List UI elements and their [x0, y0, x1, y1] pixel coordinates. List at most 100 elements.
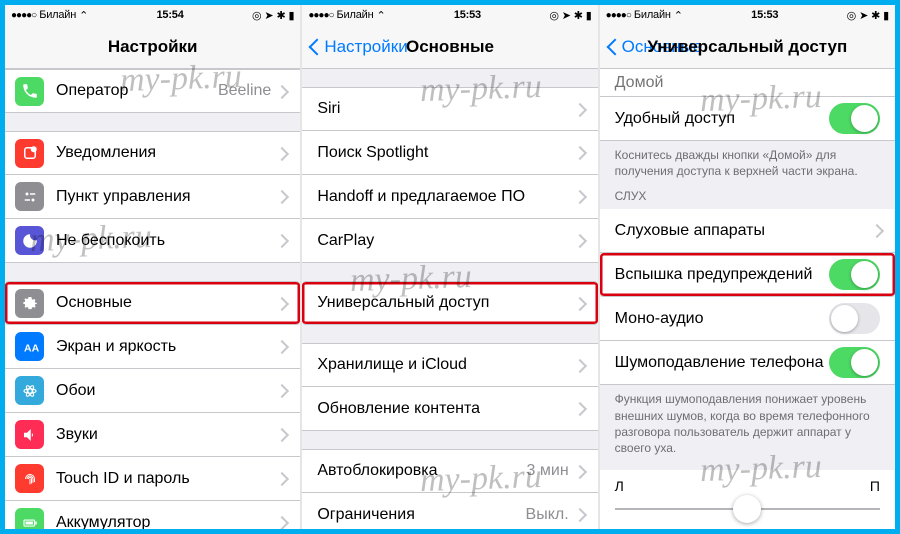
cell-label: Touch ID и пароль	[56, 470, 277, 488]
chevron-right-icon	[277, 85, 285, 98]
cell-battery[interactable]: Аккумулятор	[5, 501, 300, 529]
cell-label: Обои	[56, 382, 277, 400]
mono-audio-toggle[interactable]	[829, 303, 880, 334]
moon-icon	[15, 226, 44, 255]
cell-mono-audio[interactable]: Моно-аудио	[600, 297, 895, 341]
cell-restrictions[interactable]: ОграниченияВыкл.	[302, 493, 597, 529]
chevron-right-icon	[575, 402, 583, 415]
noise-cancel-toggle[interactable]	[829, 347, 880, 378]
wifi-icon: ⌃	[79, 9, 88, 22]
cell-dnd[interactable]: Не беспокоить	[5, 219, 300, 263]
navbar: Настройки	[5, 25, 300, 69]
balance-left-label: Л	[615, 478, 624, 494]
cell-label: Основные	[56, 294, 277, 312]
cell-display[interactable]: AA Экран и яркость	[5, 325, 300, 369]
cell-detail: Beeline	[218, 82, 271, 100]
cell-reachability[interactable]: Удобный доступ	[600, 97, 895, 141]
chevron-right-icon	[575, 508, 583, 521]
back-button[interactable]: Основные	[600, 37, 703, 57]
reachability-toggle[interactable]	[829, 103, 880, 134]
cell-control-center[interactable]: Пункт управления	[5, 175, 300, 219]
cell-siri[interactable]: Siri	[302, 87, 597, 131]
cell-noise-cancel[interactable]: Шумоподавление телефона	[600, 341, 895, 385]
chevron-right-icon	[277, 297, 285, 310]
cell-label: Звуки	[56, 426, 277, 444]
control-center-icon	[15, 182, 44, 211]
cell-label: Экран и яркость	[56, 338, 277, 356]
chevron-right-icon	[277, 147, 285, 160]
chevron-right-icon	[575, 146, 583, 159]
wallpaper-icon	[15, 376, 44, 405]
cell-label: Аккумулятор	[56, 514, 277, 530]
battery-icon	[15, 508, 44, 529]
cell-home[interactable]: Домой	[600, 69, 895, 97]
settings-list: Оператор Beeline Уведомления Пункт управ…	[5, 69, 300, 529]
chevron-right-icon	[277, 384, 285, 397]
battery-icon: ▮	[288, 9, 294, 22]
back-button[interactable]: Настройки	[302, 37, 407, 57]
cell-sounds[interactable]: Звуки	[5, 413, 300, 457]
cell-refresh[interactable]: Обновление контента	[302, 387, 597, 431]
display-icon: AA	[15, 332, 44, 361]
chevron-right-icon	[277, 516, 285, 529]
chevron-right-icon	[575, 465, 583, 478]
chevron-right-icon	[575, 103, 583, 116]
balance-slider[interactable]	[615, 508, 880, 510]
led-flash-toggle[interactable]	[829, 259, 880, 290]
navbar: Основные Универсальный доступ	[600, 25, 895, 69]
footer-text: Функция шумоподавления понижает уровень …	[600, 385, 895, 460]
balance-right-label: П	[870, 478, 880, 494]
cell-storage[interactable]: Хранилище и iCloud	[302, 343, 597, 387]
chevron-right-icon	[872, 224, 880, 237]
section-header-hearing: СЛУХ	[600, 183, 895, 209]
footer-text: Коснитесь дважды кнопки «Домой» для полу…	[600, 141, 895, 183]
cell-led-flash[interactable]: Вспышка предупреждений	[600, 253, 895, 297]
page-title: Настройки	[5, 37, 300, 57]
cell-carplay[interactable]: CarPlay	[302, 219, 597, 263]
cell-spotlight[interactable]: Поиск Spotlight	[302, 131, 597, 175]
chevron-right-icon	[277, 340, 285, 353]
accessibility-list: Домой Удобный доступ Коснитесь дважды кн…	[600, 69, 895, 529]
notifications-icon	[15, 139, 44, 168]
chevron-right-icon	[575, 359, 583, 372]
cell-label: Пункт управления	[56, 188, 277, 206]
phone-icon	[15, 77, 44, 106]
chevron-right-icon	[575, 234, 583, 247]
chevron-right-icon	[575, 190, 583, 203]
cell-wallpaper[interactable]: Обои	[5, 369, 300, 413]
navbar: Настройки Основные	[302, 25, 597, 69]
gear-icon	[15, 289, 44, 318]
cell-notifications[interactable]: Уведомления	[5, 131, 300, 175]
chevron-right-icon	[575, 297, 583, 310]
back-label: Основные	[622, 37, 703, 57]
cell-touchid[interactable]: Touch ID и пароль	[5, 457, 300, 501]
general-pane: ●●●●○ Билайн ⌃ 15:53 ◎➤✱▮ Настройки Осно…	[302, 5, 597, 529]
chevron-left-icon	[606, 37, 618, 57]
status-bar: ●●●●○ Билайн ⌃ 15:53 ◎➤✱▮	[302, 5, 597, 25]
cell-handoff[interactable]: Handoff и предлагаемое ПО	[302, 175, 597, 219]
cell-label: Не беспокоить	[56, 232, 277, 250]
cell-hearing-aids[interactable]: Слуховые аппараты	[600, 209, 895, 253]
cell-operator[interactable]: Оператор Beeline	[5, 69, 300, 113]
general-list: Siri Поиск Spotlight Handoff и предлагае…	[302, 69, 597, 529]
cell-label: Уведомления	[56, 144, 277, 162]
fingerprint-icon	[15, 464, 44, 493]
cell-balance-slider: Л П	[600, 470, 895, 529]
cell-autolock[interactable]: Автоблокировка3 мин	[302, 449, 597, 493]
cell-label: Оператор	[56, 82, 218, 100]
slider-thumb[interactable]	[733, 495, 761, 523]
status-bar: ●●●●○ Билайн ⌃ 15:54 ◎➤✱▮	[5, 5, 300, 25]
settings-pane: ●●●●○ Билайн ⌃ 15:54 ◎➤✱▮ Настройки Опер…	[5, 5, 300, 529]
back-label: Настройки	[324, 37, 407, 57]
accessibility-pane: ●●●●○ Билайн ⌃ 15:53 ◎➤✱▮ Основные Униве…	[600, 5, 895, 529]
chevron-right-icon	[277, 428, 285, 441]
svg-text:AA: AA	[24, 342, 39, 354]
chevron-left-icon	[308, 37, 320, 57]
sounds-icon	[15, 420, 44, 449]
cell-general[interactable]: Основные	[5, 281, 300, 325]
cell-accessibility[interactable]: Универсальный доступ	[302, 281, 597, 325]
chevron-right-icon	[277, 234, 285, 247]
chevron-right-icon	[277, 190, 285, 203]
status-bar: ●●●●○ Билайн ⌃ 15:53 ◎➤✱▮	[600, 5, 895, 25]
chevron-right-icon	[277, 472, 285, 485]
